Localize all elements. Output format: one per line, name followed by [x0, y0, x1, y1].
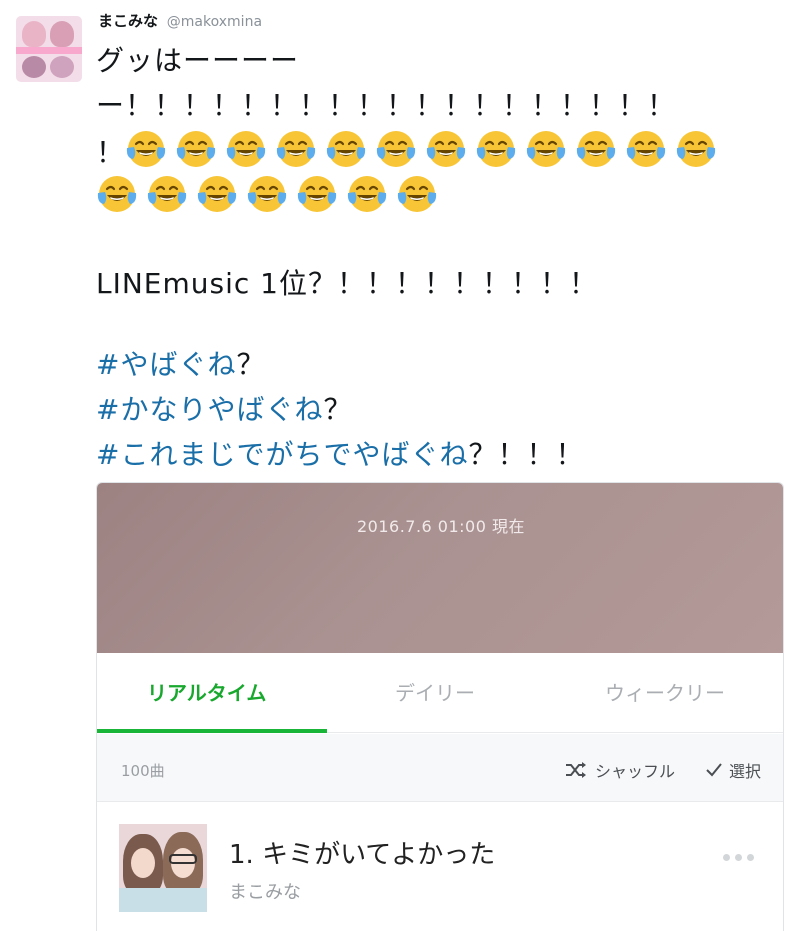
face-with-tears-of-joy-icon — [147, 176, 187, 212]
track-row[interactable]: 1. キミがいてよかった まこみな — [97, 802, 783, 931]
album-art — [119, 824, 207, 912]
track-artist: まこみな — [229, 882, 301, 903]
more-dots-icon[interactable] — [723, 854, 754, 861]
emoji-row — [125, 131, 725, 169]
select-label: 選択 — [729, 762, 762, 781]
face-with-tears-of-joy-icon — [397, 176, 437, 212]
face-with-tears-of-joy-icon — [426, 131, 466, 167]
emoji-row — [96, 176, 446, 214]
checkmark-icon — [706, 763, 722, 777]
shuffle-button[interactable]: シャッフル — [565, 758, 675, 782]
face-with-tears-of-joy-icon — [476, 131, 516, 167]
face-with-tears-of-joy-icon — [526, 131, 566, 167]
tweet-line-4 — [96, 173, 786, 225]
face-with-tears-of-joy-icon — [247, 176, 287, 212]
shuffle-label: シャッフル — [595, 762, 676, 781]
tab-realtime[interactable]: リアルタイム — [147, 677, 266, 706]
face-with-tears-of-joy-icon — [126, 131, 166, 167]
hashtag-suffix: ？ — [236, 348, 266, 381]
tweet-line-3: ！ — [96, 128, 786, 173]
hashtag-line-2: #かなりやばぐね？ — [96, 387, 786, 432]
user-handle[interactable]: @makoxmina — [167, 14, 262, 30]
face-with-tears-of-joy-icon — [676, 131, 716, 167]
tweet-line-1: グッはーーーー — [96, 44, 300, 77]
hashtag-suffix: ？ — [323, 393, 353, 426]
tweet-line-3-text: ！ — [96, 136, 126, 169]
face-with-tears-of-joy-icon — [276, 131, 316, 167]
ranking-tabs: リアルタイム デイリー ウィークリー — [97, 653, 783, 733]
tweet-text: グッはーーーー ー！！！！！！！！！！！！！！！！！！！ ！ LINEmusic… — [96, 38, 786, 477]
list-toolbar: 100曲 シャッフル 選択 — [97, 734, 783, 802]
face-with-tears-of-joy-icon — [347, 176, 387, 212]
face-with-tears-of-joy-icon — [326, 131, 366, 167]
face-with-tears-of-joy-icon — [97, 176, 137, 212]
tweet-line-5: LINEmusic 1位？！！！！！！！！！ — [96, 267, 598, 300]
face-with-tears-of-joy-icon — [626, 131, 666, 167]
shuffle-icon — [566, 762, 586, 778]
track-count: 100曲 — [121, 762, 165, 780]
hashtag-line-3: #これまじでがちでやばぐね？！！！ — [96, 432, 786, 477]
tweet-line-2: ー！！！！！！！！！！！！！！！！！！！ — [96, 89, 677, 122]
face-with-tears-of-joy-icon — [576, 131, 616, 167]
tweet: まこみな @makoxmina グッはーーーー ー！！！！！！！！！！！！！！！… — [0, 0, 800, 931]
tab-weekly[interactable]: ウィークリー — [605, 677, 725, 706]
face-with-tears-of-joy-icon — [176, 131, 216, 167]
tweet-header: まこみな @makoxmina — [98, 10, 262, 31]
card-banner: 2016.7.6 01:00 現在 — [97, 483, 783, 653]
face-with-tears-of-joy-icon — [376, 131, 416, 167]
banner-timestamp: 2016.7.6 01:00 現在 — [356, 517, 526, 536]
active-tab-indicator — [97, 729, 327, 733]
hashtag-link[interactable]: #かなりやばぐね — [96, 393, 323, 426]
hashtag-link[interactable]: #これまじでがちでやばぐね — [96, 438, 468, 471]
face-with-tears-of-joy-icon — [297, 176, 337, 212]
hashtag-line-1: #やばぐね？ — [96, 342, 786, 387]
select-button[interactable]: 選択 — [705, 758, 761, 782]
face-with-tears-of-joy-icon — [197, 176, 237, 212]
hashtag-link[interactable]: #やばぐね — [96, 348, 236, 381]
user-name[interactable]: まこみな — [98, 12, 158, 30]
line-music-card[interactable]: 2016.7.6 01:00 現在 リアルタイム デイリー ウィークリー 100… — [96, 482, 784, 931]
face-with-tears-of-joy-icon — [226, 131, 266, 167]
tab-daily[interactable]: デイリー — [395, 677, 475, 706]
hashtag-suffix: ？！！！ — [468, 438, 585, 471]
avatar[interactable] — [16, 16, 82, 82]
track-title: 1. キミがいてよかった — [229, 840, 496, 870]
